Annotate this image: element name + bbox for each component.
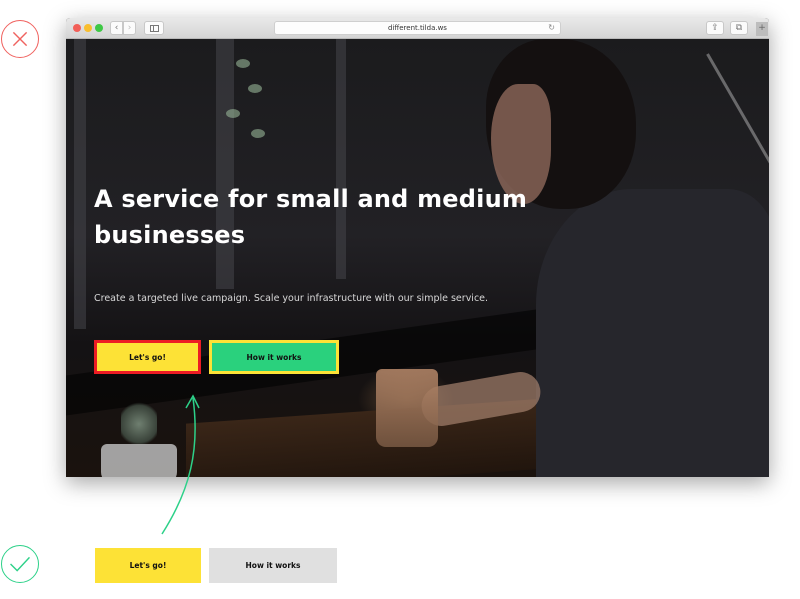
lets-go-label: Let's go! xyxy=(129,352,166,362)
forward-button[interactable]: › xyxy=(123,21,136,35)
share-button[interactable]: ⇪ xyxy=(706,21,724,35)
lets-go-label: Let's go! xyxy=(129,561,167,570)
x-mark-icon xyxy=(1,20,39,58)
background-lamp xyxy=(706,53,769,194)
background-window-frame xyxy=(74,39,86,329)
hero-headline: A service for small and medium businesse… xyxy=(94,185,528,249)
background-leaf xyxy=(226,109,240,118)
share-icon: ⇪ xyxy=(711,23,719,33)
lets-go-button[interactable]: Let's go! xyxy=(94,340,201,374)
new-tab-button[interactable]: + xyxy=(756,22,768,36)
tabs-icon: ⧉ xyxy=(735,23,743,33)
lets-go-button-good-example[interactable]: Let's go! xyxy=(95,548,201,583)
reload-icon[interactable]: ↻ xyxy=(548,22,555,34)
url-text: different.tilda.ws xyxy=(388,24,447,32)
check-mark-icon xyxy=(1,545,39,583)
background-leaf xyxy=(248,84,262,93)
how-it-works-button-good-example[interactable]: How it works xyxy=(209,548,337,583)
background-leaf xyxy=(236,59,250,68)
how-it-works-label: How it works xyxy=(245,561,301,570)
how-it-works-label: How it works xyxy=(246,352,302,362)
chevron-left-icon: ‹ xyxy=(114,23,119,33)
maximize-window-button[interactable] xyxy=(95,24,103,32)
show-tabs-button[interactable]: ⧉ xyxy=(730,21,748,35)
sidebar-icon xyxy=(150,25,159,32)
background-coffee-cup xyxy=(376,369,438,447)
close-window-button[interactable] xyxy=(73,24,81,32)
how-it-works-button[interactable]: How it works xyxy=(209,340,339,374)
address-bar[interactable]: different.tilda.ws ↻ xyxy=(274,21,561,35)
hero-subtitle: Create a targeted live campaign. Scale y… xyxy=(94,293,489,304)
background-plant xyxy=(121,399,157,449)
sidebar-toggle-button[interactable] xyxy=(144,21,164,35)
background-leaf xyxy=(251,129,265,138)
hero-section: A service for small and medium businesse… xyxy=(66,39,769,477)
plus-icon: + xyxy=(758,23,766,33)
back-button[interactable]: ‹ xyxy=(110,21,123,35)
background-person xyxy=(536,189,769,477)
browser-window: ‹ › different.tilda.ws ↻ ⇪ ⧉ + A service… xyxy=(66,18,769,477)
browser-toolbar: ‹ › different.tilda.ws ↻ ⇪ ⧉ + xyxy=(66,18,769,39)
minimize-window-button[interactable] xyxy=(84,24,92,32)
chevron-right-icon: › xyxy=(127,23,132,33)
background-plant-pot xyxy=(101,444,177,477)
